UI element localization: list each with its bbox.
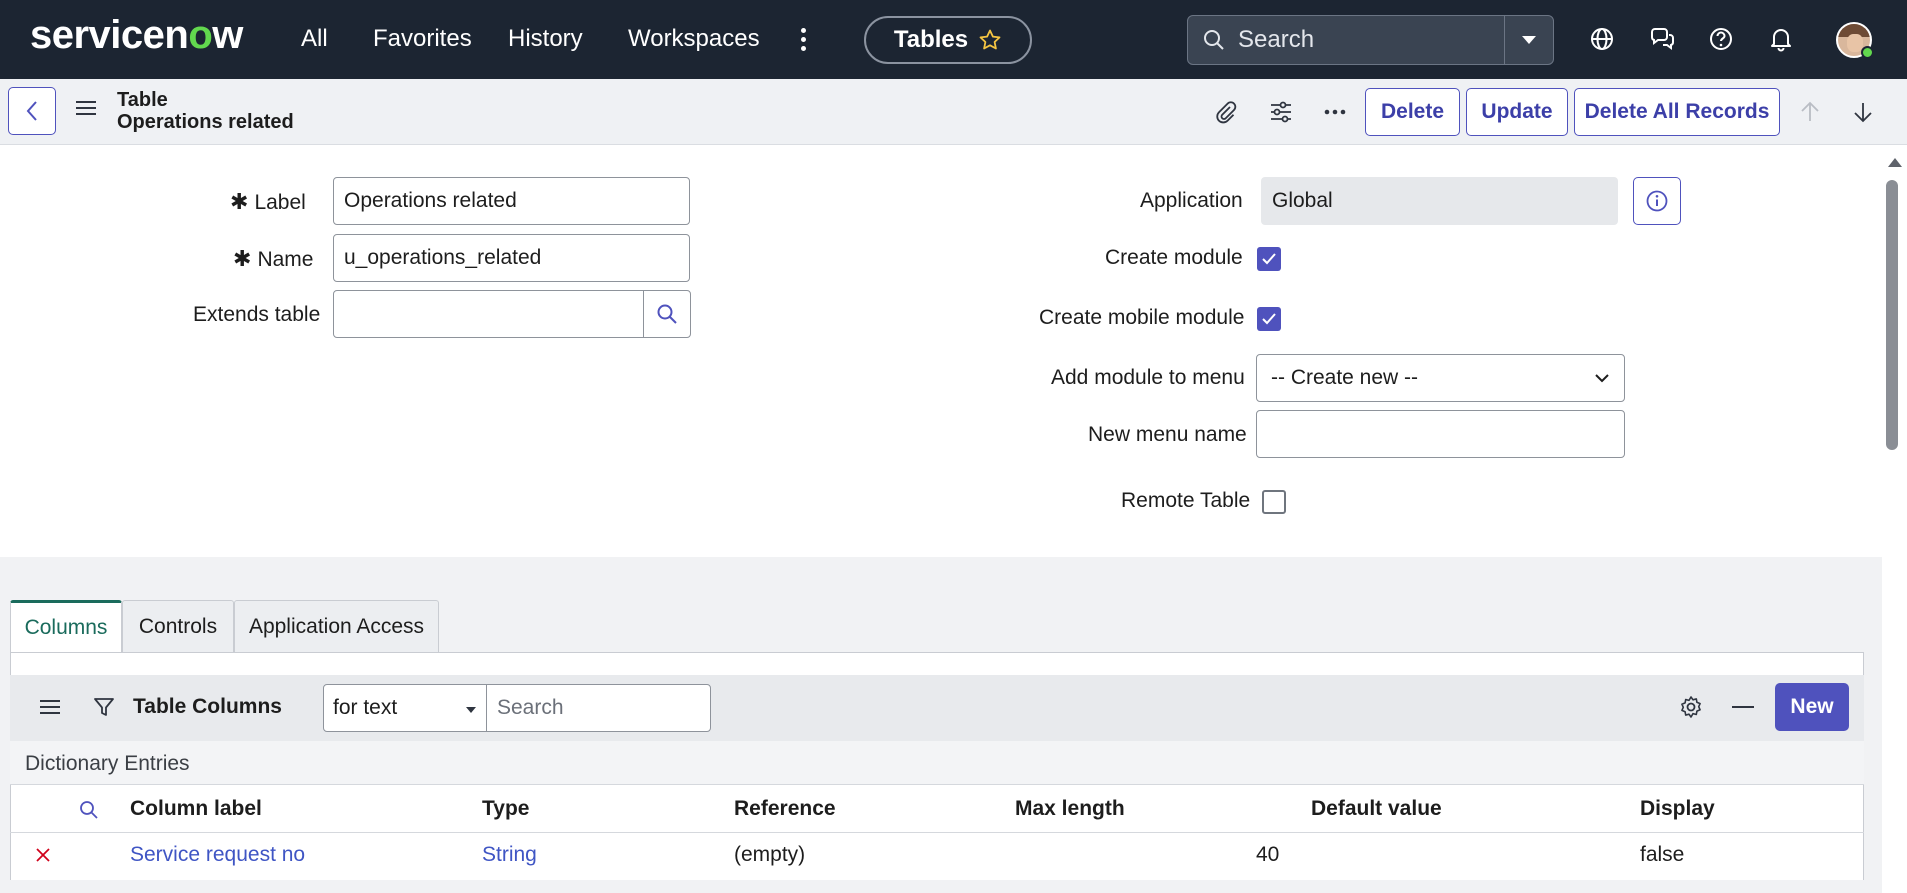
back-button[interactable]	[8, 87, 56, 135]
tab-controls[interactable]: Controls	[122, 600, 234, 653]
new-menu-name-input[interactable]	[1256, 410, 1625, 458]
gear-icon[interactable]	[1678, 694, 1704, 720]
info-icon	[1646, 190, 1668, 212]
delete-button[interactable]: Delete	[1365, 88, 1460, 136]
chevron-left-icon	[26, 101, 37, 121]
checkmark-icon	[1262, 313, 1276, 325]
tab-columns[interactable]: Columns	[10, 600, 122, 653]
extends-table-label: Extends table	[193, 303, 321, 326]
search-field-select[interactable]: for text	[323, 684, 487, 732]
list-context-menu-icon[interactable]	[40, 700, 60, 716]
column-header-reference[interactable]: Reference	[734, 797, 836, 821]
nav-favorites[interactable]: Favorites	[373, 25, 472, 53]
search-icon	[657, 304, 677, 324]
delete-row-icon[interactable]	[34, 846, 52, 864]
create-mobile-module-label: Create mobile module	[1039, 306, 1245, 329]
nav-all[interactable]: All	[301, 25, 328, 53]
add-module-to-menu-value: -- Create new --	[1271, 366, 1419, 389]
search-icon	[1204, 30, 1224, 50]
globe-icon[interactable]	[1587, 24, 1617, 54]
extends-table-input[interactable]	[333, 290, 644, 338]
top-navigation-bar: servicenow All Favorites History Workspa…	[0, 0, 1907, 79]
paperclip-icon[interactable]	[1212, 99, 1238, 125]
extends-table-lookup-button[interactable]	[643, 290, 691, 338]
create-module-label: Create module	[1105, 246, 1243, 269]
row-display: false	[1640, 843, 1685, 866]
dictionary-entries-bar	[10, 741, 1864, 785]
chevron-down-icon	[1595, 374, 1609, 383]
delete-all-records-button[interactable]: Delete All Records	[1574, 88, 1780, 136]
list-toolbar	[10, 675, 1864, 741]
column-search-icon[interactable]	[78, 799, 100, 821]
new-column-button[interactable]: New	[1775, 683, 1849, 731]
remote-table-checkbox[interactable]	[1262, 490, 1286, 514]
scrollbar-thumb[interactable]	[1886, 180, 1898, 450]
collapse-list-button[interactable]	[1732, 706, 1754, 708]
list-bottom-edge	[10, 880, 1864, 893]
record-type-title: Table	[117, 89, 168, 111]
current-page-pill[interactable]: Tables	[864, 16, 1032, 64]
name-field-label: ✱ Name	[233, 246, 314, 271]
record-name-title: Operations related	[117, 111, 294, 133]
row-column-label-link[interactable]: Service request no	[130, 843, 305, 867]
arrow-down-icon[interactable]	[1850, 99, 1876, 125]
name-input[interactable]: u_operations_related	[333, 234, 690, 282]
label-input[interactable]: Operations related	[333, 177, 690, 225]
column-header-type[interactable]: Type	[482, 797, 529, 821]
column-header-display[interactable]: Display	[1640, 797, 1715, 821]
form-context-menu-icon[interactable]	[76, 101, 96, 117]
global-search-placeholder: Search	[1238, 26, 1315, 53]
bell-icon[interactable]	[1766, 24, 1796, 54]
required-marker: ✱	[230, 189, 249, 214]
row-max-length: 40	[1256, 843, 1280, 866]
online-status-dot	[1861, 46, 1874, 59]
column-header-max-length[interactable]: Max length	[1015, 797, 1125, 821]
row-type-link[interactable]: String	[482, 843, 537, 867]
caret-down-icon	[1522, 36, 1536, 44]
chat-icon[interactable]	[1647, 24, 1677, 54]
more-menu-icon[interactable]	[796, 26, 810, 54]
tab-application-access[interactable]: Application Access	[234, 600, 439, 653]
checkmark-icon	[1262, 253, 1276, 265]
row-reference: (empty)	[734, 843, 806, 866]
column-header-label[interactable]: Column label	[130, 797, 262, 821]
new-menu-name-label: New menu name	[1088, 423, 1247, 446]
help-icon[interactable]	[1706, 24, 1736, 54]
application-label: Application	[1140, 189, 1243, 212]
application-info-button[interactable]	[1633, 177, 1681, 225]
search-field-value: for text	[333, 696, 398, 719]
arrow-up-icon[interactable]	[1797, 99, 1823, 125]
star-icon[interactable]	[978, 28, 1002, 52]
servicenow-logo[interactable]: servicenow	[30, 13, 243, 58]
header-divider	[10, 832, 1864, 833]
nav-history[interactable]: History	[508, 25, 583, 53]
required-marker: ✱	[233, 246, 252, 271]
nav-workspaces[interactable]: Workspaces	[628, 25, 760, 53]
dictionary-entries-label: Dictionary Entries	[25, 752, 190, 775]
scroll-up-arrow-icon[interactable]	[1888, 158, 1902, 167]
list-title: Table Columns	[133, 695, 282, 718]
label-field-label: ✱ Label	[230, 189, 306, 214]
filter-icon[interactable]	[92, 695, 116, 719]
column-header-default-value[interactable]: Default value	[1311, 797, 1442, 821]
more-options-icon[interactable]	[1322, 99, 1348, 125]
global-search-input[interactable]: Search	[1187, 15, 1505, 65]
update-button[interactable]: Update	[1466, 88, 1568, 136]
create-mobile-module-checkbox[interactable]	[1257, 307, 1281, 331]
form-header: Table Operations related Delete Update D…	[0, 79, 1907, 145]
list-search-input[interactable]: Search	[486, 684, 711, 732]
settings-sliders-icon[interactable]	[1268, 99, 1294, 125]
add-module-to-menu-select[interactable]: -- Create new --	[1256, 354, 1625, 402]
caret-down-icon	[466, 707, 476, 713]
search-scope-dropdown[interactable]	[1504, 15, 1554, 65]
create-module-checkbox[interactable]	[1257, 247, 1281, 271]
add-module-to-menu-label: Add module to menu	[1051, 366, 1245, 389]
current-page-label: Tables	[893, 26, 969, 53]
remote-table-label: Remote Table	[1121, 489, 1251, 512]
application-field: Global	[1261, 177, 1618, 225]
